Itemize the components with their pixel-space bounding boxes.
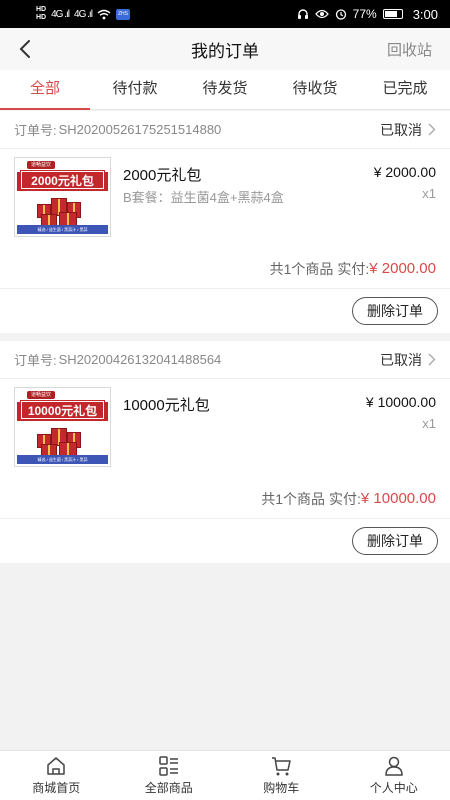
product-price: ¥ 10000.00 — [365, 394, 436, 410]
signal-icon-1: 4G .ıl — [51, 8, 70, 20]
order-actions: 删除订单 — [0, 289, 450, 333]
paid-label: 实付: — [329, 490, 361, 507]
product-image-footer: 精选 / 益生菌 / 黑蒜汁 / 黑蒜 — [17, 225, 108, 234]
alarm-icon — [335, 9, 346, 20]
tab-all[interactable]: 全部 — [0, 70, 90, 110]
order-tabs: 全部 待付款 待发货 待收货 已完成 — [0, 70, 450, 110]
nav-all-products[interactable]: 全部商品 — [113, 751, 226, 800]
bottom-nav: 商城首页 全部商品 购物车 个人中心 — [0, 750, 450, 800]
hd-label-2: HD — [36, 14, 47, 21]
battery-percent: 77% — [352, 7, 377, 21]
page-title: 我的订单 — [191, 41, 259, 61]
chevron-right-icon — [428, 353, 436, 366]
battery-icon — [382, 9, 403, 19]
order-status[interactable]: 已取消 — [380, 120, 436, 140]
order-number: SH20200526175251514880 — [58, 122, 222, 137]
order-number-label: 订单号: — [14, 123, 57, 138]
nav-profile-label: 个人中心 — [369, 781, 418, 795]
status-left: HD HD 4G .ıl 4G .ıl ZHS — [36, 6, 297, 22]
tab-pending-payment[interactable]: 待付款 — [90, 70, 180, 109]
status-right: 77% 3:00 — [297, 7, 438, 22]
order-header: 订单号: SH20200526175251514880 已取消 — [0, 111, 450, 149]
paid-amount: ¥ 10000.00 — [360, 490, 436, 507]
recycle-bin-link[interactable]: 回收站 — [387, 39, 432, 60]
product-price: ¥ 2000.00 — [373, 164, 436, 180]
order-header: 订单号: SH20200426132041488564 已取消 — [0, 341, 450, 379]
tab-completed[interactable]: 已完成 — [360, 70, 450, 109]
order-status-text: 已取消 — [380, 351, 422, 368]
home-icon — [47, 757, 65, 775]
hd-indicator: HD HD — [36, 6, 46, 22]
product-image[interactable]: 道畅益饮 2000元礼包 精选 / 益生菌 / 黑蒜汁 / 黑蒜 — [14, 157, 111, 237]
nav-cart[interactable]: 购物车 — [225, 751, 338, 800]
order-number: SH20200426132041488564 — [58, 352, 222, 367]
product-image-title: 2000元礼包 — [20, 170, 105, 190]
item-count: 共1个商品 — [269, 260, 334, 277]
paid-amount: ¥ 2000.00 — [369, 260, 436, 277]
chevron-left-icon — [19, 40, 30, 58]
battery-fill — [384, 11, 397, 17]
eye-icon — [314, 9, 329, 19]
status-bar: HD HD 4G .ıl 4G .ıl ZHS 77% 3:00 — [0, 0, 450, 28]
order-summary: 共1个商品 实付: ¥ 10000.00 — [0, 479, 450, 519]
delete-order-button[interactable]: 删除订单 — [352, 527, 438, 555]
header: 我的订单 回收站 — [0, 28, 450, 70]
tab-pending-shipment[interactable]: 待发货 — [180, 70, 270, 109]
product-name[interactable]: 10000元礼包 — [123, 394, 210, 415]
product-brand-badge: 道畅益饮 — [27, 161, 56, 169]
nav-all-products-label: 全部商品 — [144, 781, 193, 795]
order-item[interactable]: 道畅益饮 10000元礼包 精选 / 益生菌 / 黑蒜汁 / 黑蒜 10000元… — [0, 379, 450, 479]
product-name[interactable]: 2000元礼包 — [123, 164, 201, 185]
order-card[interactable]: 订单号: SH20200526175251514880 已取消 道畅益饮 200… — [0, 111, 450, 333]
product-image[interactable]: 道畅益饮 10000元礼包 精选 / 益生菌 / 黑蒜汁 / 黑蒜 — [14, 387, 111, 467]
app-notification-icon: ZHS — [115, 8, 130, 20]
status-time: 3:00 — [412, 6, 438, 22]
order-summary: 共1个商品 实付: ¥ 2000.00 — [0, 249, 450, 289]
nav-home[interactable]: 商城首页 — [0, 751, 113, 800]
headset-icon — [297, 9, 308, 19]
order-item[interactable]: 道畅益饮 2000元礼包 精选 / 益生菌 / 黑蒜汁 / 黑蒜 2000元礼包… — [0, 149, 450, 249]
nav-profile[interactable]: 个人中心 — [338, 751, 450, 800]
product-quantity: x1 — [422, 416, 436, 431]
product-description: B套餐：益生菌4盒+黑蒜4盒 — [123, 190, 284, 205]
product-brand-badge: 道畅益饮 — [27, 391, 56, 399]
chevron-right-icon — [428, 123, 436, 136]
product-image-art: 道畅益饮 10000元礼包 精选 / 益生菌 / 黑蒜汁 / 黑蒜 — [17, 390, 108, 464]
wifi-icon — [97, 9, 111, 19]
product-image-title: 10000元礼包 — [20, 400, 105, 420]
nav-home-label: 商城首页 — [32, 781, 81, 795]
user-icon — [384, 756, 403, 776]
cart-icon — [272, 757, 291, 776]
category-icon — [159, 756, 178, 776]
order-status[interactable]: 已取消 — [380, 350, 436, 370]
item-count: 共1个商品 — [261, 490, 326, 507]
gift-boxes-illustration — [33, 424, 93, 456]
product-image-art: 道畅益饮 2000元礼包 精选 / 益生菌 / 黑蒜汁 / 黑蒜 — [17, 160, 108, 234]
nav-cart-label: 购物车 — [263, 781, 300, 795]
order-number-label: 订单号: — [14, 353, 57, 368]
hd-label-1: HD — [36, 6, 47, 13]
back-button[interactable] — [10, 34, 40, 64]
product-quantity: x1 — [422, 186, 436, 201]
delete-order-button[interactable]: 删除订单 — [352, 297, 438, 325]
tab-pending-receipt[interactable]: 待收货 — [270, 70, 360, 109]
order-status-text: 已取消 — [380, 121, 422, 138]
order-actions: 删除订单 — [0, 519, 450, 563]
signal-icon-2: 4G .ıl — [74, 8, 93, 20]
product-image-footer: 精选 / 益生菌 / 黑蒜汁 / 黑蒜 — [17, 455, 108, 464]
paid-label: 实付: — [337, 260, 370, 277]
order-card[interactable]: 订单号: SH20200426132041488564 已取消 道畅益饮 100… — [0, 341, 450, 563]
gift-boxes-illustration — [33, 194, 93, 226]
